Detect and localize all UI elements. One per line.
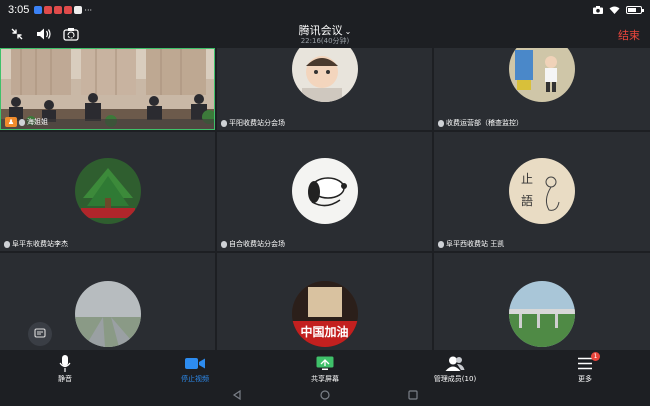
manage-members-label: 管理成员(10) bbox=[433, 375, 477, 383]
video-tile[interactable]: 中国加油 bbox=[217, 253, 432, 350]
more-notifications-icon: ··· bbox=[84, 5, 93, 15]
participant-label: 收费运营部（稽查监控） bbox=[438, 118, 523, 128]
recent-apps-icon[interactable] bbox=[408, 390, 418, 400]
participant-name: 收费运营部（稽查监控） bbox=[446, 119, 523, 127]
chevron-down-icon: ⌄ bbox=[344, 27, 352, 36]
participant-name: 阜平东收费站李杰 bbox=[12, 240, 68, 248]
participant-avatar bbox=[74, 158, 141, 224]
camera-icon bbox=[593, 6, 603, 14]
video-tile-host[interactable]: ♟ 海姐姐 bbox=[0, 48, 215, 130]
participant-avatar: 止 語 bbox=[509, 158, 575, 224]
participant-avatar: 中国加油 bbox=[291, 281, 358, 347]
participant-label: ♟ 海姐姐 bbox=[5, 117, 48, 127]
video-tile[interactable]: 阜平东收费站李杰 bbox=[0, 132, 215, 251]
avatar-text: 中国加油 bbox=[300, 325, 349, 339]
chat-icon bbox=[34, 328, 46, 338]
notification-icon bbox=[34, 6, 43, 14]
notification-icon bbox=[64, 6, 73, 14]
members-icon bbox=[445, 356, 465, 371]
participant-name: 自合收费站分会场 bbox=[229, 240, 285, 248]
mute-label: 静音 bbox=[58, 375, 72, 383]
participant-avatar bbox=[509, 48, 575, 102]
participant-label: 平阳收费站分会场 bbox=[221, 118, 285, 128]
video-tile[interactable]: 平阳收费站分会场 bbox=[217, 48, 432, 130]
microphone-icon bbox=[59, 354, 71, 372]
status-bar: 3:05 ··· bbox=[0, 0, 650, 20]
home-icon[interactable] bbox=[320, 390, 330, 400]
calligraphy-figure bbox=[545, 176, 560, 211]
meeting-duration: 22:16(40分钟) bbox=[300, 37, 350, 45]
video-tile[interactable]: 收费运营部（稽查监控） bbox=[434, 48, 650, 130]
notification-icon bbox=[74, 6, 83, 14]
meeting-header: 腾讯会议 ⌄ 22:16(40分钟) 结束 bbox=[0, 20, 650, 48]
participant-label: 阜平西收费站 王凯 bbox=[438, 239, 504, 249]
participant-avatar bbox=[291, 158, 358, 224]
mute-button[interactable]: 静音 bbox=[25, 354, 105, 384]
picture-in-picture-button[interactable] bbox=[28, 322, 52, 346]
status-time: 3:05 bbox=[8, 4, 30, 16]
battery-icon bbox=[626, 6, 644, 14]
mic-icon bbox=[438, 240, 444, 248]
share-screen-label: 共享屏幕 bbox=[311, 375, 339, 383]
back-icon[interactable] bbox=[232, 390, 242, 400]
participant-label: 自合收费站分会场 bbox=[221, 239, 285, 249]
video-tile[interactable] bbox=[434, 253, 650, 350]
mic-icon bbox=[19, 118, 25, 126]
stop-video-label: 停止视频 bbox=[181, 375, 209, 383]
stop-video-button[interactable]: 停止视频 bbox=[155, 354, 235, 384]
video-grid: ♟ 海姐姐 平阳收费站分会场 收费运营部（稽查监控） 阜平东收费站李杰 自合收费… bbox=[0, 48, 650, 350]
more-button[interactable]: 1 更多 bbox=[545, 352, 625, 384]
video-camera-icon bbox=[185, 357, 205, 369]
more-label: 更多 bbox=[578, 375, 592, 383]
notification-icon bbox=[44, 6, 53, 14]
video-tile[interactable]: 止 語 阜平西收费站 王凯 bbox=[434, 132, 650, 251]
mic-icon bbox=[438, 119, 444, 127]
end-meeting-button[interactable]: 结束 bbox=[618, 27, 640, 43]
mic-icon bbox=[221, 119, 227, 127]
participant-label: 阜平东收费站李杰 bbox=[4, 239, 68, 249]
participant-avatar bbox=[509, 281, 575, 347]
meeting-toolbar: 静音 停止视频 共享屏幕 管理成员(10) 1 更多 bbox=[0, 350, 650, 384]
participant-name: 阜平西收费站 王凯 bbox=[446, 240, 505, 248]
mic-icon bbox=[221, 240, 227, 248]
share-screen-button[interactable]: 共享屏幕 bbox=[285, 354, 365, 384]
notification-badge: 1 bbox=[591, 352, 600, 361]
participant-avatar bbox=[74, 281, 141, 347]
participant-avatar bbox=[291, 48, 358, 102]
participant-name: 海姐姐 bbox=[27, 118, 48, 126]
manage-members-button[interactable]: 管理成员(10) bbox=[415, 354, 495, 384]
wifi-icon bbox=[609, 6, 620, 14]
video-tile[interactable]: 自合收费站分会场 bbox=[217, 132, 432, 251]
participant-name: 平阳收费站分会场 bbox=[229, 119, 285, 127]
system-nav-bar bbox=[0, 384, 650, 406]
host-icon: ♟ bbox=[5, 117, 17, 127]
mic-icon bbox=[4, 240, 10, 248]
share-screen-icon bbox=[316, 356, 334, 370]
notification-icon bbox=[54, 6, 63, 14]
